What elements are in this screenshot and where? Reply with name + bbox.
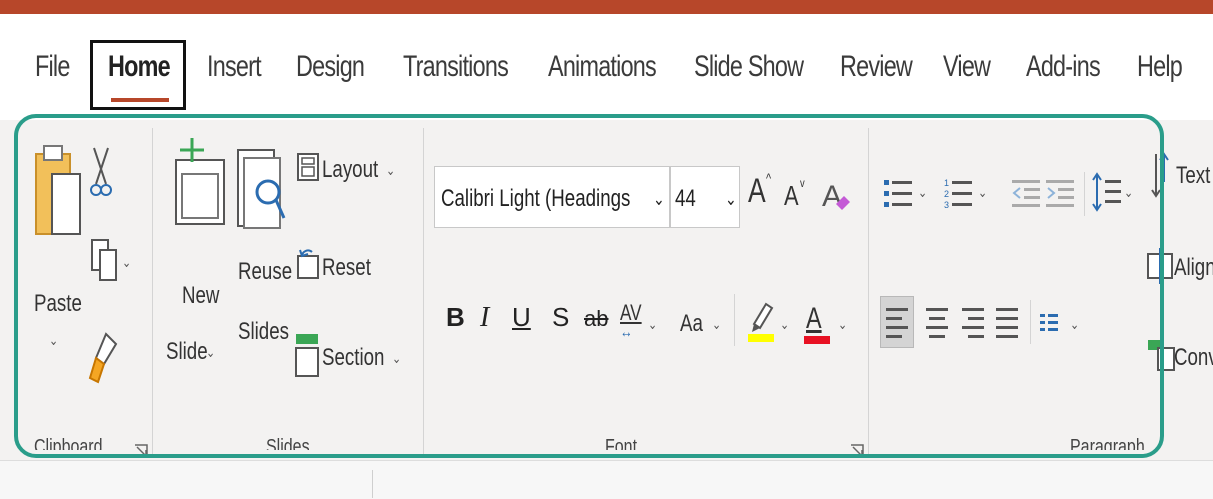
tab-file[interactable]: File <box>35 50 70 84</box>
convert-to-smartart-label[interactable]: Conv <box>1174 344 1213 372</box>
title-bar-strip <box>0 0 1213 14</box>
workspace-strip <box>0 460 1213 499</box>
tab-design[interactable]: Design <box>296 50 365 84</box>
tab-transitions[interactable]: Transitions <box>403 50 509 84</box>
tab-insert[interactable]: Insert <box>207 50 262 84</box>
text-direction-label[interactable]: Text <box>1176 162 1210 190</box>
tab-review[interactable]: Review <box>840 50 913 84</box>
tab-add-ins[interactable]: Add-ins <box>1026 50 1101 84</box>
tab-animations[interactable]: Animations <box>548 50 657 84</box>
tab-help[interactable]: Help <box>1137 50 1183 84</box>
active-tab-indicator <box>111 98 169 102</box>
ribbon-highlight-annotation <box>14 114 1164 458</box>
tab-view[interactable]: View <box>943 50 991 84</box>
align-text-label[interactable]: Align <box>1174 254 1213 282</box>
pane-divider <box>372 470 373 498</box>
tab-slide-show[interactable]: Slide Show <box>694 50 804 84</box>
